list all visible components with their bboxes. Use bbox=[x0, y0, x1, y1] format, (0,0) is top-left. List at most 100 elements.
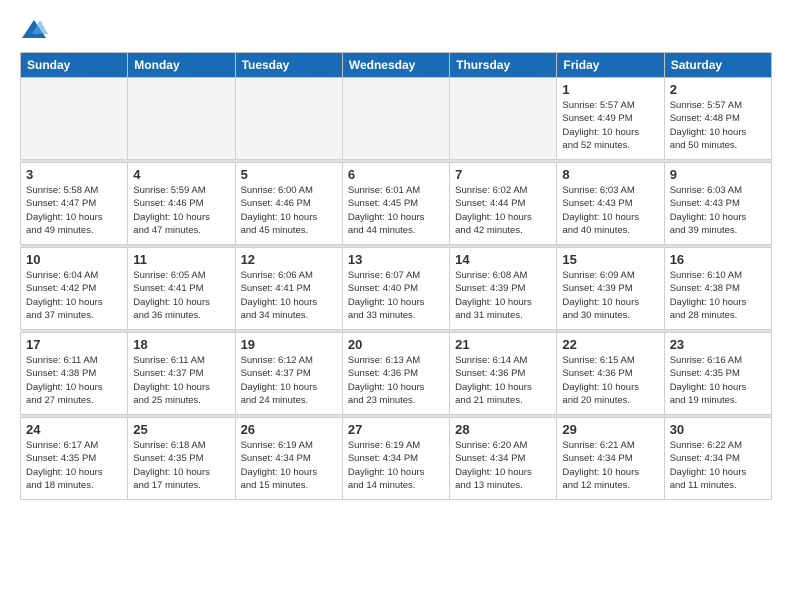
day-info: Sunrise: 6:17 AM Sunset: 4:35 PM Dayligh… bbox=[26, 439, 122, 492]
table-row bbox=[235, 78, 342, 160]
day-number: 26 bbox=[241, 422, 337, 437]
table-row: 12Sunrise: 6:06 AM Sunset: 4:41 PM Dayli… bbox=[235, 248, 342, 330]
table-row: 27 Sunrise: 6:19 AM Sunset: 4:34 PM Dayli… bbox=[342, 418, 449, 500]
day-number: 19 bbox=[241, 337, 337, 352]
table-row: 19 Sunrise: 6:12 AM Sunset: 4:37 PM Dayli… bbox=[235, 333, 342, 415]
day-number: 17 bbox=[26, 337, 122, 352]
day-info: Sunrise: 6:00 AM Sunset: 4:46 PM Dayligh… bbox=[241, 184, 337, 237]
table-row: 11 Sunrise: 6:05 AM Sunset: 4:41 PM Dayli… bbox=[128, 248, 235, 330]
day-info: Sunrise: 5:58 AM Sunset: 4:47 PM Dayligh… bbox=[26, 184, 122, 237]
table-row: 10Sunrise: 6:04 AM Sunset: 4:42 PM Dayli… bbox=[21, 248, 128, 330]
day-info: Sunrise: 6:02 AM Sunset: 4:44 PM Dayligh… bbox=[455, 184, 551, 237]
calendar-week-row: 1Sunrise: 5:57 AM Sunset: 4:49 PM Daylig… bbox=[21, 78, 772, 160]
header bbox=[20, 16, 772, 44]
day-number: 1 bbox=[562, 82, 658, 97]
table-row: 30 Sunrise: 6:22 AM Sunset: 4:34 PM Dayli… bbox=[664, 418, 771, 500]
day-number: 14 bbox=[455, 252, 551, 267]
day-info: Sunrise: 6:10 AM Sunset: 4:38 PM Dayligh… bbox=[670, 269, 766, 322]
table-row: 21 Sunrise: 6:14 AM Sunset: 4:36 PM Dayli… bbox=[450, 333, 557, 415]
table-row: 22 Sunrise: 6:15 AM Sunset: 4:36 PM Dayli… bbox=[557, 333, 664, 415]
table-row: 8Sunrise: 6:03 AM Sunset: 4:43 PM Daylig… bbox=[557, 163, 664, 245]
day-number: 6 bbox=[348, 167, 444, 182]
day-number: 15 bbox=[562, 252, 658, 267]
day-info: Sunrise: 6:22 AM Sunset: 4:34 PM Dayligh… bbox=[670, 439, 766, 492]
table-row: 3 Sunrise: 5:58 AM Sunset: 4:47 PM Daylig… bbox=[21, 163, 128, 245]
day-info: Sunrise: 6:11 AM Sunset: 4:37 PM Dayligh… bbox=[133, 354, 229, 407]
day-info: Sunrise: 6:18 AM Sunset: 4:35 PM Dayligh… bbox=[133, 439, 229, 492]
table-row: 2 Sunrise: 5:57 AM Sunset: 4:48 PM Daylig… bbox=[664, 78, 771, 160]
day-info: Sunrise: 6:14 AM Sunset: 4:36 PM Dayligh… bbox=[455, 354, 551, 407]
day-info: Sunrise: 6:13 AM Sunset: 4:36 PM Dayligh… bbox=[348, 354, 444, 407]
calendar-week-row: 17 Sunrise: 6:11 AM Sunset: 4:38 PM Dayli… bbox=[21, 333, 772, 415]
day-number: 30 bbox=[670, 422, 766, 437]
col-sunday: Sunday bbox=[21, 53, 128, 78]
day-info: Sunrise: 6:09 AM Sunset: 4:39 PM Dayligh… bbox=[562, 269, 658, 322]
table-row bbox=[128, 78, 235, 160]
page: Sunday Monday Tuesday Wednesday Thursday… bbox=[0, 0, 792, 612]
table-row: 7 Sunrise: 6:02 AM Sunset: 4:44 PM Daylig… bbox=[450, 163, 557, 245]
day-number: 5 bbox=[241, 167, 337, 182]
day-info: Sunrise: 6:21 AM Sunset: 4:34 PM Dayligh… bbox=[562, 439, 658, 492]
day-number: 11 bbox=[133, 252, 229, 267]
day-info: Sunrise: 6:03 AM Sunset: 4:43 PM Dayligh… bbox=[562, 184, 658, 237]
day-info: Sunrise: 6:15 AM Sunset: 4:36 PM Dayligh… bbox=[562, 354, 658, 407]
day-number: 23 bbox=[670, 337, 766, 352]
day-number: 3 bbox=[26, 167, 122, 182]
day-number: 4 bbox=[133, 167, 229, 182]
table-row: 17 Sunrise: 6:11 AM Sunset: 4:38 PM Dayli… bbox=[21, 333, 128, 415]
table-row bbox=[450, 78, 557, 160]
calendar-week-row: 3 Sunrise: 5:58 AM Sunset: 4:47 PM Daylig… bbox=[21, 163, 772, 245]
day-number: 16 bbox=[670, 252, 766, 267]
day-number: 18 bbox=[133, 337, 229, 352]
day-info: Sunrise: 6:08 AM Sunset: 4:39 PM Dayligh… bbox=[455, 269, 551, 322]
day-number: 27 bbox=[348, 422, 444, 437]
table-row: 16 Sunrise: 6:10 AM Sunset: 4:38 PM Dayli… bbox=[664, 248, 771, 330]
day-info: Sunrise: 5:57 AM Sunset: 4:48 PM Dayligh… bbox=[670, 99, 766, 152]
day-number: 29 bbox=[562, 422, 658, 437]
day-number: 13 bbox=[348, 252, 444, 267]
table-row bbox=[21, 78, 128, 160]
day-info: Sunrise: 6:06 AM Sunset: 4:41 PM Dayligh… bbox=[241, 269, 337, 322]
table-row: 13 Sunrise: 6:07 AM Sunset: 4:40 PM Dayli… bbox=[342, 248, 449, 330]
table-row: 25Sunrise: 6:18 AM Sunset: 4:35 PM Dayli… bbox=[128, 418, 235, 500]
day-number: 10 bbox=[26, 252, 122, 267]
table-row: 18 Sunrise: 6:11 AM Sunset: 4:37 PM Dayli… bbox=[128, 333, 235, 415]
day-number: 21 bbox=[455, 337, 551, 352]
col-thursday: Thursday bbox=[450, 53, 557, 78]
table-row bbox=[342, 78, 449, 160]
day-info: Sunrise: 6:07 AM Sunset: 4:40 PM Dayligh… bbox=[348, 269, 444, 322]
table-row: 23 Sunrise: 6:16 AM Sunset: 4:35 PM Dayli… bbox=[664, 333, 771, 415]
day-info: Sunrise: 6:11 AM Sunset: 4:38 PM Dayligh… bbox=[26, 354, 122, 407]
day-info: Sunrise: 6:05 AM Sunset: 4:41 PM Dayligh… bbox=[133, 269, 229, 322]
calendar-week-row: 24 Sunrise: 6:17 AM Sunset: 4:35 PM Dayli… bbox=[21, 418, 772, 500]
table-row: 4 Sunrise: 5:59 AM Sunset: 4:46 PM Daylig… bbox=[128, 163, 235, 245]
day-number: 22 bbox=[562, 337, 658, 352]
day-info: Sunrise: 6:16 AM Sunset: 4:35 PM Dayligh… bbox=[670, 354, 766, 407]
table-row: 28 Sunrise: 6:20 AM Sunset: 4:34 PM Dayli… bbox=[450, 418, 557, 500]
calendar-week-row: 10Sunrise: 6:04 AM Sunset: 4:42 PM Dayli… bbox=[21, 248, 772, 330]
table-row: 29 Sunrise: 6:21 AM Sunset: 4:34 PM Dayli… bbox=[557, 418, 664, 500]
day-number: 28 bbox=[455, 422, 551, 437]
col-friday: Friday bbox=[557, 53, 664, 78]
day-info: Sunrise: 5:59 AM Sunset: 4:46 PM Dayligh… bbox=[133, 184, 229, 237]
logo bbox=[20, 16, 52, 44]
day-number: 2 bbox=[670, 82, 766, 97]
day-info: Sunrise: 6:19 AM Sunset: 4:34 PM Dayligh… bbox=[348, 439, 444, 492]
table-row: 20 Sunrise: 6:13 AM Sunset: 4:36 PM Dayli… bbox=[342, 333, 449, 415]
table-row: 9Sunrise: 6:03 AM Sunset: 4:43 PM Daylig… bbox=[664, 163, 771, 245]
day-number: 7 bbox=[455, 167, 551, 182]
col-wednesday: Wednesday bbox=[342, 53, 449, 78]
day-info: Sunrise: 6:03 AM Sunset: 4:43 PM Dayligh… bbox=[670, 184, 766, 237]
day-number: 24 bbox=[26, 422, 122, 437]
day-info: Sunrise: 6:19 AM Sunset: 4:34 PM Dayligh… bbox=[241, 439, 337, 492]
day-info: Sunrise: 6:20 AM Sunset: 4:34 PM Dayligh… bbox=[455, 439, 551, 492]
table-row: 14 Sunrise: 6:08 AM Sunset: 4:39 PM Dayli… bbox=[450, 248, 557, 330]
calendar-header-row: Sunday Monday Tuesday Wednesday Thursday… bbox=[21, 53, 772, 78]
day-info: Sunrise: 6:12 AM Sunset: 4:37 PM Dayligh… bbox=[241, 354, 337, 407]
calendar: Sunday Monday Tuesday Wednesday Thursday… bbox=[20, 52, 772, 500]
day-number: 20 bbox=[348, 337, 444, 352]
table-row: 26 Sunrise: 6:19 AM Sunset: 4:34 PM Dayli… bbox=[235, 418, 342, 500]
table-row: 6Sunrise: 6:01 AM Sunset: 4:45 PM Daylig… bbox=[342, 163, 449, 245]
table-row: 15 Sunrise: 6:09 AM Sunset: 4:39 PM Dayli… bbox=[557, 248, 664, 330]
table-row: 1Sunrise: 5:57 AM Sunset: 4:49 PM Daylig… bbox=[557, 78, 664, 160]
